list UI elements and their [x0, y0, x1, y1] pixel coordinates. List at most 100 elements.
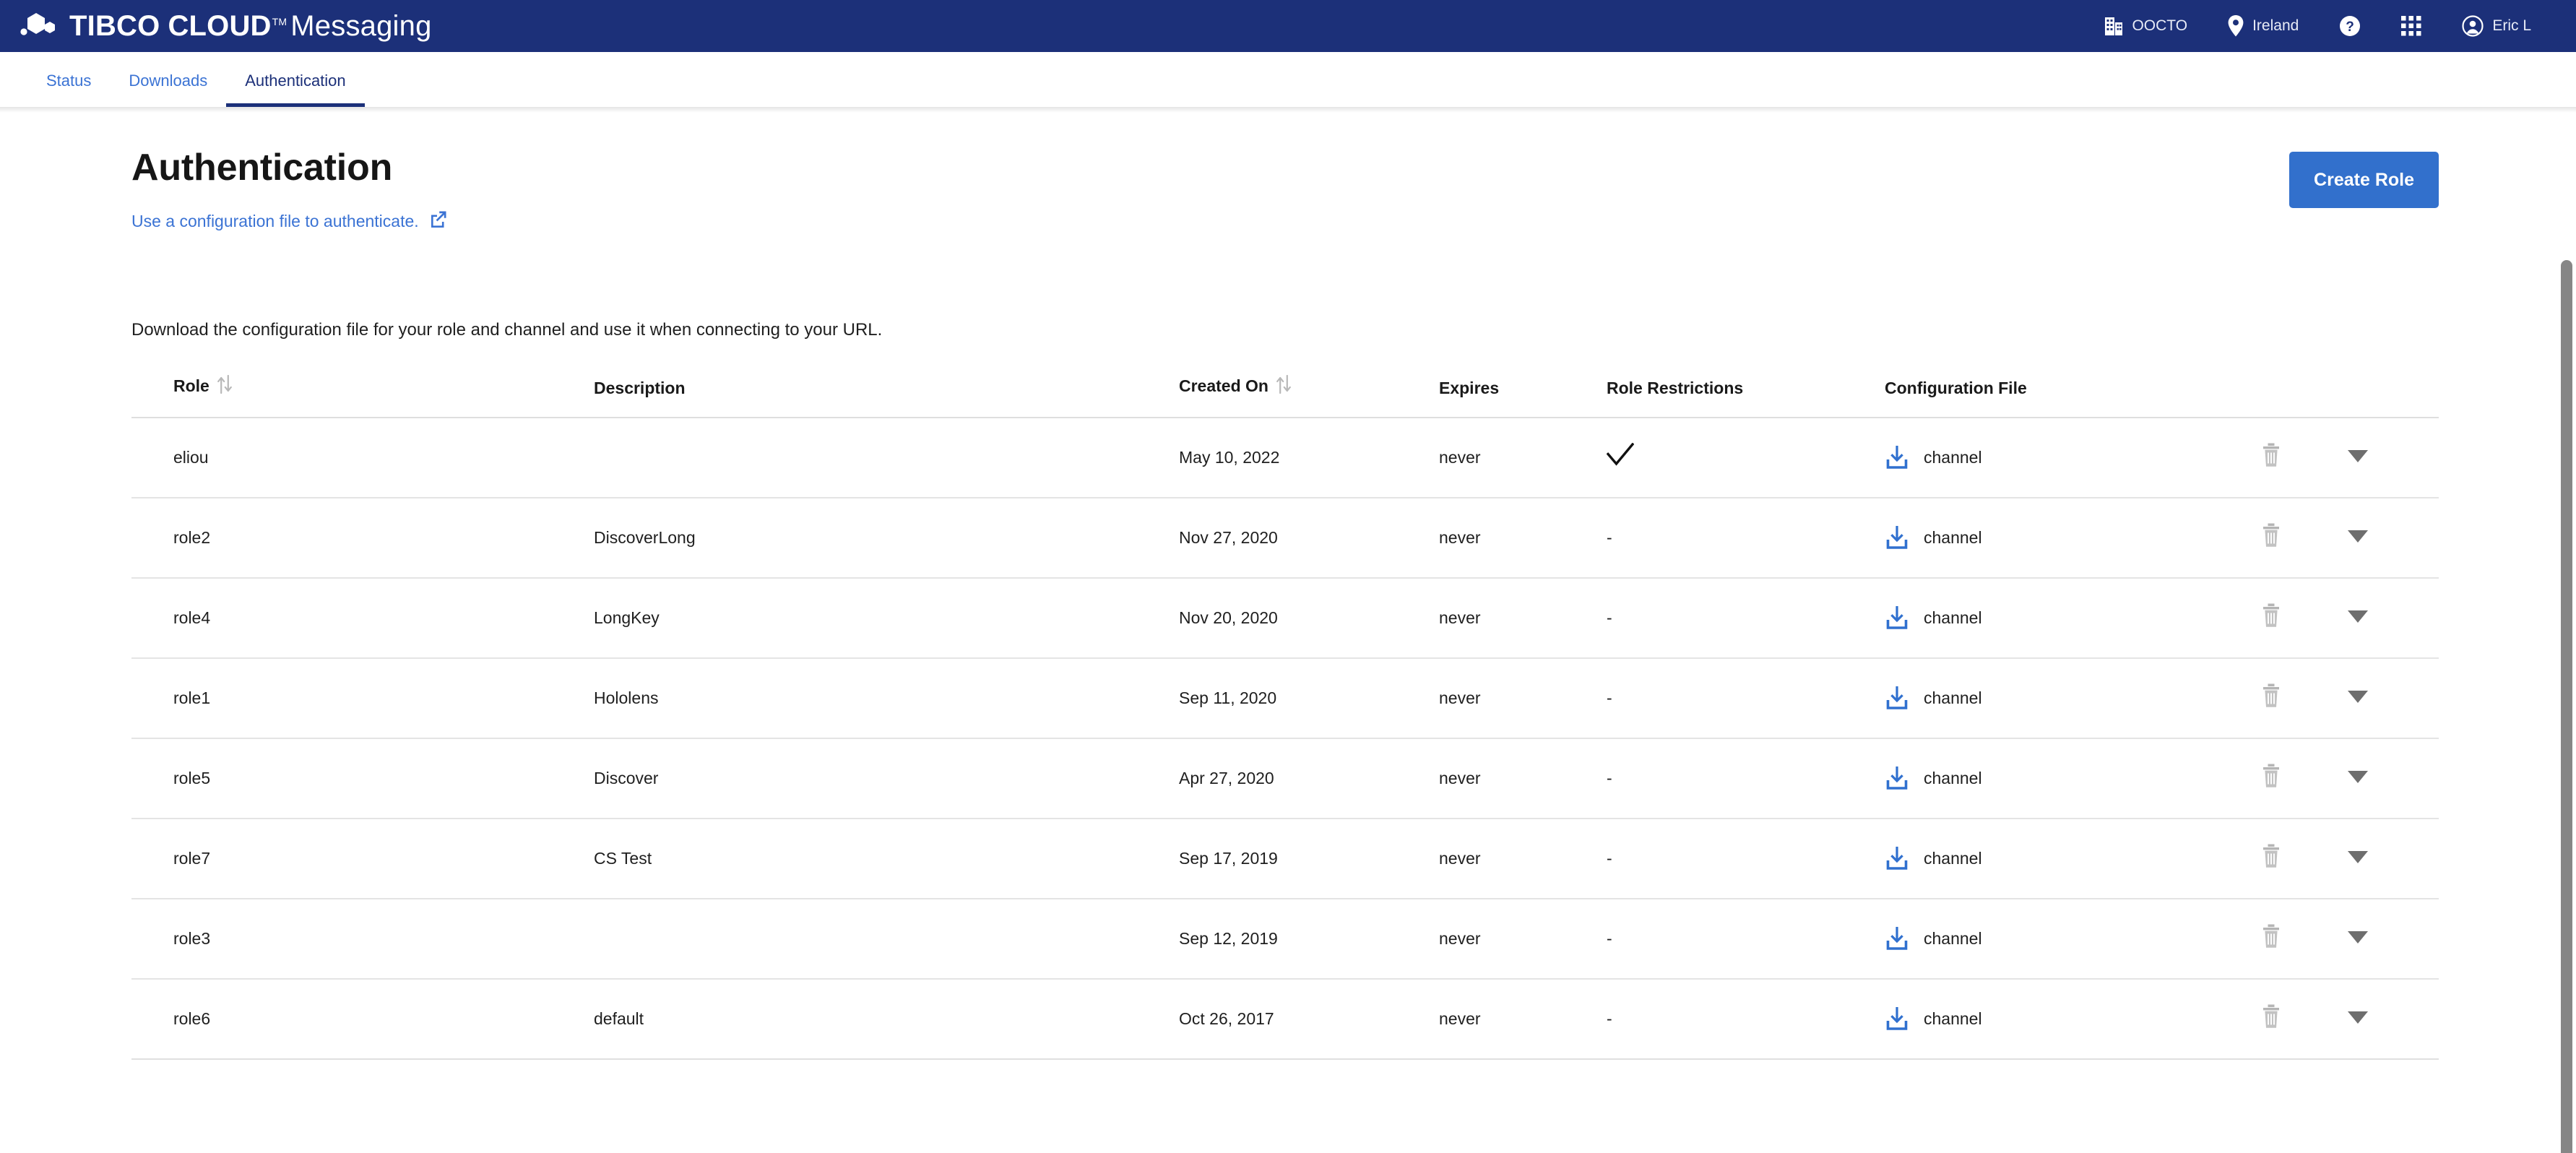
cell-configuration-file: channel — [1885, 497, 2260, 579]
table-row[interactable]: role2 DiscoverLong Nov 27, 2020 never - chann… — [131, 497, 2439, 579]
table-row[interactable]: role5 Discover Apr 27, 2020 never - channel — [131, 738, 2439, 819]
chevron-down-icon[interactable] — [2347, 609, 2369, 623]
help-circle-icon: ? — [2339, 15, 2361, 37]
cell-configuration-file: channel — [1885, 657, 2260, 739]
cell-role: role6 — [131, 978, 594, 1060]
cell-expand — [2347, 738, 2439, 819]
column-header-role[interactable]: Role — [131, 374, 594, 418]
user-name-label: Eric L — [2492, 17, 2531, 34]
role-name-value: role1 — [173, 688, 211, 707]
cell-role: role5 — [131, 738, 594, 819]
roles-table-body: eliou May 10, 2022 never channel role2 Discov… — [131, 417, 2439, 1060]
cell-expand — [2347, 657, 2439, 739]
expires-value: never — [1439, 768, 1481, 787]
sort-arrows-icon[interactable] — [217, 374, 232, 398]
tab-authentication[interactable]: Authentication — [226, 73, 365, 107]
configuration-file-link[interactable]: channel — [1924, 929, 1982, 949]
cell-description: LongKey — [594, 577, 1179, 659]
chevron-down-icon[interactable] — [2347, 529, 2369, 543]
download-icon[interactable] — [1885, 766, 1909, 790]
trash-icon[interactable] — [2260, 683, 2282, 708]
brand-word-tibco: TIBCO — [69, 9, 160, 42]
cell-created-on: Oct 26, 2017 — [1179, 978, 1439, 1060]
configuration-file-link[interactable]: channel — [1924, 608, 1982, 628]
vertical-scrollbar[interactable] — [2557, 220, 2576, 1153]
tab-downloads[interactable]: Downloads — [110, 73, 226, 107]
chevron-down-icon[interactable] — [2347, 1010, 2369, 1024]
download-icon[interactable] — [1885, 686, 1909, 710]
configuration-file-link[interactable]: channel — [1924, 1009, 1982, 1029]
sort-arrows-icon[interactable] — [1276, 374, 1291, 398]
trash-icon[interactable] — [2260, 924, 2282, 949]
table-row[interactable]: role7 CS Test Sep 17, 2019 never - channel — [131, 818, 2439, 899]
configuration-file-link[interactable]: channel — [1924, 448, 1982, 467]
trash-icon[interactable] — [2260, 844, 2282, 868]
user-menu-eric-l[interactable]: Eric L — [2442, 0, 2551, 52]
chevron-down-icon[interactable] — [2347, 850, 2369, 864]
configuration-file-link[interactable]: channel — [1924, 849, 1982, 868]
create-role-button[interactable]: Create Role — [2289, 152, 2439, 208]
expires-value: never — [1439, 848, 1481, 868]
trash-icon[interactable] — [2260, 523, 2282, 548]
column-header-expires: Expires — [1439, 374, 1607, 418]
config-file-help-link[interactable]: Use a configuration file to authenticate… — [131, 210, 448, 233]
download-icon[interactable] — [1885, 525, 1909, 550]
region-selector-ireland[interactable]: Ireland — [2208, 0, 2319, 52]
description-value: Hololens — [594, 688, 659, 707]
download-help-text: Download the configuration file for your… — [131, 320, 883, 340]
trash-icon[interactable] — [2260, 443, 2282, 467]
cell-configuration-file: channel — [1885, 898, 2260, 980]
created-on-value: May 10, 2022 — [1179, 447, 1280, 467]
expires-value: never — [1439, 1009, 1481, 1028]
cell-role-restrictions: - — [1607, 818, 1885, 899]
cell-expires: never — [1439, 738, 1607, 819]
download-icon[interactable] — [1885, 1006, 1909, 1031]
configuration-file-link[interactable]: channel — [1924, 769, 1982, 788]
cell-created-on: Nov 27, 2020 — [1179, 497, 1439, 579]
column-header-role-restrictions-label: Role Restrictions — [1607, 378, 1744, 397]
trash-icon[interactable] — [2260, 1004, 2282, 1029]
external-link-icon — [429, 210, 448, 233]
table-row[interactable]: role3 Sep 12, 2019 never - channel — [131, 898, 2439, 980]
svg-text:?: ? — [2346, 20, 2355, 35]
top-bar-actions: OOCTO Ireland ? Eric L — [2084, 0, 2551, 52]
configuration-file-link[interactable]: channel — [1924, 528, 1982, 548]
table-row[interactable]: eliou May 10, 2022 never channel — [131, 417, 2439, 498]
column-header-configuration-file-label: Configuration File — [1885, 378, 2027, 397]
help-button[interactable]: ? — [2319, 0, 2381, 52]
table-row[interactable]: role4 LongKey Nov 20, 2020 never - channel — [131, 577, 2439, 659]
table-row[interactable]: role1 Hololens Sep 11, 2020 never - channel — [131, 657, 2439, 739]
table-row[interactable]: role6 default Oct 26, 2017 never - channel — [131, 978, 2439, 1060]
cell-delete — [2260, 497, 2347, 579]
cell-expires: never — [1439, 978, 1607, 1060]
created-on-value: Nov 20, 2020 — [1179, 608, 1278, 627]
brand-logo[interactable]: TIBCO CLOUD TM Messaging — [20, 10, 432, 43]
configuration-file-link[interactable]: channel — [1924, 688, 1982, 708]
cell-role-restrictions: - — [1607, 898, 1885, 980]
vertical-scrollbar-thumb[interactable] — [2561, 260, 2572, 1153]
column-header-created-on[interactable]: Created On — [1179, 374, 1439, 418]
trash-icon[interactable] — [2260, 603, 2282, 628]
cell-description: default — [594, 978, 1179, 1060]
cell-role: role4 — [131, 577, 594, 659]
chevron-down-icon[interactable] — [2347, 689, 2369, 704]
app-switcher-button[interactable] — [2381, 0, 2442, 52]
column-header-role-restrictions: Role Restrictions — [1607, 374, 1885, 418]
cell-description: Discover — [594, 738, 1179, 819]
trash-icon[interactable] — [2260, 764, 2282, 788]
download-icon[interactable] — [1885, 926, 1909, 951]
chevron-down-icon[interactable] — [2347, 449, 2369, 463]
chevron-down-icon[interactable] — [2347, 769, 2369, 784]
trademark-symbol: TM — [272, 15, 288, 27]
expires-value: never — [1439, 608, 1481, 627]
download-icon[interactable] — [1885, 605, 1909, 630]
role-name-value: role3 — [173, 928, 211, 948]
org-selector-oocto[interactable]: OOCTO — [2084, 0, 2208, 52]
cell-delete — [2260, 738, 2347, 819]
chevron-down-icon[interactable] — [2347, 930, 2369, 944]
created-on-value: Sep 12, 2019 — [1179, 928, 1278, 948]
cell-delete — [2260, 898, 2347, 980]
download-icon[interactable] — [1885, 846, 1909, 871]
download-icon[interactable] — [1885, 445, 1909, 470]
tab-status[interactable]: Status — [27, 73, 110, 107]
